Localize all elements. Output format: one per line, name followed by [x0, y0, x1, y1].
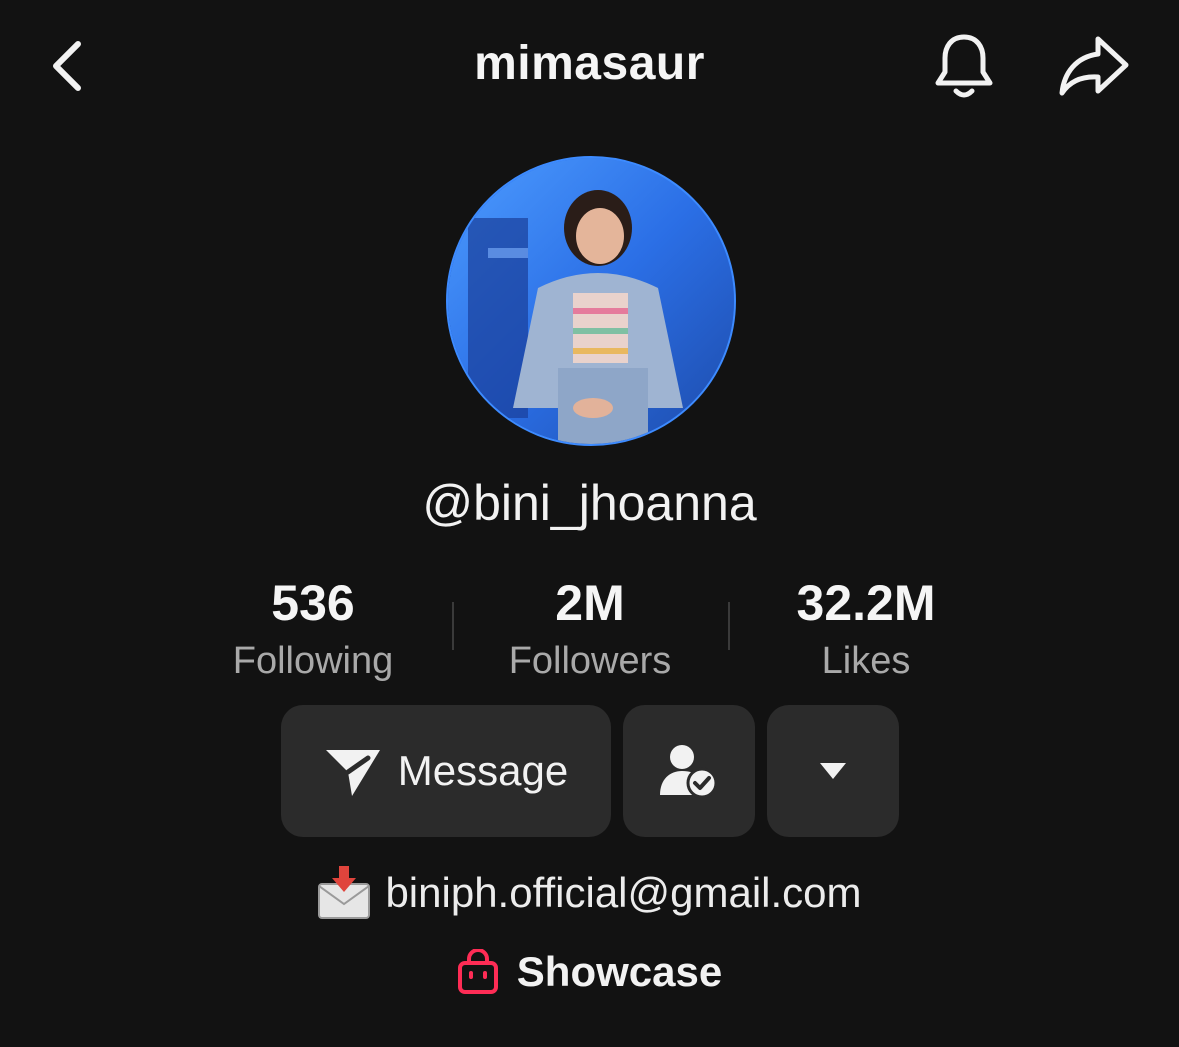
showcase-link[interactable]: Showcase: [0, 948, 1179, 996]
avatar[interactable]: [446, 156, 736, 446]
share-arrow-icon: [1059, 36, 1129, 96]
bio-email[interactable]: biniph.official@gmail.com: [385, 869, 861, 917]
showcase-label: Showcase: [516, 948, 723, 995]
notifications-button[interactable]: [922, 28, 1006, 104]
message-button[interactable]: Message: [281, 705, 611, 837]
more-options-button[interactable]: [767, 705, 899, 837]
share-button[interactable]: [1052, 28, 1136, 104]
stat-divider: [452, 602, 454, 650]
stat-likes[interactable]: 32.2M Likes: [746, 572, 986, 686]
user-check-icon: [660, 745, 718, 799]
stat-value: 536: [271, 575, 355, 631]
profile-handle: @bini_jhoanna: [422, 475, 757, 531]
stat-followers[interactable]: 2M Followers: [470, 572, 710, 686]
caret-down-icon: [820, 763, 846, 779]
stat-label: Likes: [821, 640, 911, 682]
stat-divider: [728, 602, 730, 650]
stat-label: Following: [232, 640, 394, 682]
bell-icon: [935, 34, 993, 98]
shopping-bag-icon: [457, 949, 498, 994]
send-icon: [325, 750, 380, 796]
inbox-envelope-icon: [318, 866, 371, 919]
stat-value: 2M: [555, 575, 625, 631]
bio-email-row: biniph.official@gmail.com: [0, 866, 1179, 920]
profile-page: mimasaur @bini_jhoanna 536 Following 2M …: [0, 0, 1179, 1047]
stat-following[interactable]: 536 Following: [193, 572, 433, 686]
stat-label: Followers: [508, 640, 672, 682]
profile-photo: [448, 158, 734, 444]
message-button-label: Message: [397, 747, 569, 794]
stat-value: 32.2M: [796, 575, 936, 631]
following-status-button[interactable]: [623, 705, 755, 837]
